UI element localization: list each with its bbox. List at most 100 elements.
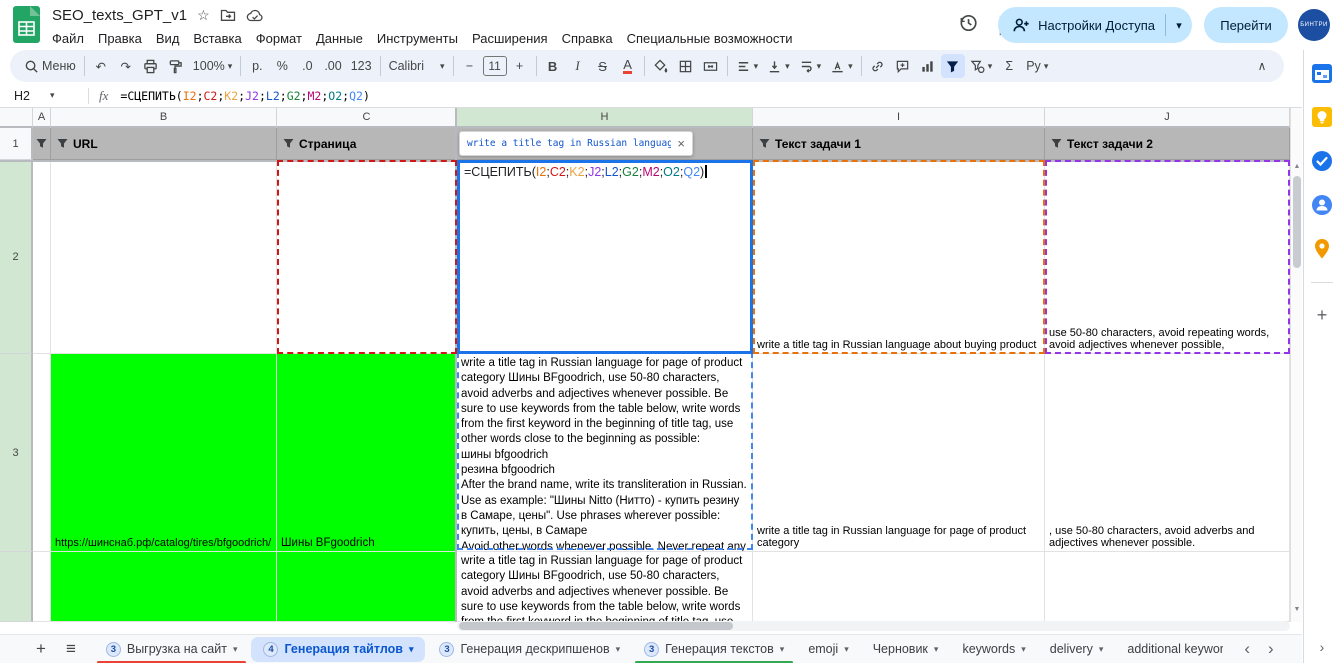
insert-link-button[interactable] — [866, 54, 890, 78]
decrease-decimals-button[interactable]: .0 — [295, 54, 319, 78]
cell-A4[interactable] — [33, 552, 51, 622]
row-header-2[interactable]: 2 — [0, 160, 33, 354]
cell-C4[interactable] — [277, 552, 457, 622]
chevron-down-icon[interactable]: ▾ — [844, 644, 849, 655]
cell-I3[interactable]: write a title tag in Russian language fo… — [753, 354, 1045, 552]
cell-H4[interactable]: write a title tag in Russian language fo… — [457, 552, 753, 622]
menu-view[interactable]: Вид — [149, 29, 187, 48]
cell-I2[interactable]: write a title tag in Russian language ab… — [753, 160, 1045, 354]
horizontal-scrollbar-thumb[interactable] — [459, 622, 733, 630]
percent-format-button[interactable]: % — [270, 54, 294, 78]
cell-J2[interactable]: use 50-80 characters, avoid repeating wo… — [1045, 160, 1290, 354]
cell-J3[interactable]: , use 50-80 characters, avoid adverbs an… — [1045, 354, 1290, 552]
text-color-button[interactable]: A — [616, 54, 640, 78]
column-header-J[interactable]: J — [1045, 108, 1290, 128]
tasks-icon[interactable] — [1311, 150, 1333, 172]
share-button[interactable]: Настройки Доступа ▾ — [998, 7, 1192, 43]
add-sheet-button[interactable]: + — [26, 635, 56, 663]
more-formats-button[interactable]: 123 — [347, 54, 376, 78]
chevron-down-icon[interactable]: ▾ — [1099, 644, 1104, 655]
tabs-scroll-right-button[interactable]: › — [1259, 639, 1283, 659]
cell-A1[interactable] — [33, 128, 51, 160]
vertical-align-button[interactable]: ▾ — [763, 54, 794, 78]
formula-input[interactable]: =СЦЕПИТЬ(I2;C2;K2;J2;L2;G2;M2;O2;Q2) — [120, 89, 369, 103]
increase-decimals-button[interactable]: .00 — [320, 54, 345, 78]
cell-C1[interactable]: Страница — [277, 128, 457, 160]
horizontal-align-button[interactable]: ▾ — [732, 54, 763, 78]
column-header-A[interactable]: A — [33, 108, 51, 128]
tabs-scroll-left-button[interactable]: ‹ — [1235, 639, 1259, 659]
cell-H1-content-chip[interactable]: write a title tag in Russian language ab… — [459, 131, 693, 156]
bold-button[interactable]: B — [541, 54, 565, 78]
star-icon[interactable]: ☆ — [197, 7, 210, 24]
cell-H2-editing[interactable]: =СЦЕПИТЬ(I2;C2;K2;J2;L2;G2;M2;O2;Q2) — [457, 160, 753, 354]
merge-cells-button[interactable] — [699, 54, 723, 78]
functions-button[interactable]: Σ — [997, 54, 1021, 78]
font-select[interactable]: Calibri▾ — [385, 54, 449, 78]
cell-J4[interactable] — [1045, 552, 1290, 622]
sheet-tab-texts[interactable]: 3 Генерация текстов ▾ — [632, 635, 796, 663]
cell-B1[interactable]: URL — [51, 128, 277, 160]
menu-format[interactable]: Формат — [249, 29, 309, 48]
collapse-toolbar-button[interactable]: ∧ — [1250, 54, 1274, 78]
maps-icon[interactable] — [1311, 238, 1333, 260]
grid-corner[interactable] — [0, 108, 33, 128]
decrease-font-size-button[interactable]: − — [458, 54, 482, 78]
column-header-B[interactable]: B — [51, 108, 277, 128]
sheets-logo-icon[interactable] — [13, 6, 40, 48]
paint-format-button[interactable] — [164, 54, 188, 78]
sheet-tab-delivery[interactable]: delivery ▾ — [1038, 635, 1116, 663]
name-box[interactable]: H2 ▾ — [0, 89, 88, 103]
menus-search-button[interactable]: Меню — [20, 54, 80, 78]
row-header-3[interactable]: 3 — [0, 354, 33, 552]
redo-button[interactable]: ↷ — [114, 54, 138, 78]
cell-A3[interactable] — [33, 354, 51, 552]
menu-file[interactable]: Файл — [45, 29, 91, 48]
chevron-down-icon[interactable]: ▾ — [409, 644, 414, 655]
chevron-down-icon[interactable]: ▾ — [934, 644, 939, 655]
cell-B4[interactable] — [51, 552, 277, 622]
chevron-down-icon[interactable]: ▾ — [1021, 644, 1026, 655]
hide-side-panel-icon[interactable]: › — [1320, 639, 1325, 655]
chevron-down-icon[interactable]: ▾ — [616, 644, 621, 655]
undo-button[interactable]: ↶ — [89, 54, 113, 78]
sheet-tab-keywords[interactable]: keywords ▾ — [950, 635, 1037, 663]
share-button-main[interactable]: Настройки Доступа — [998, 7, 1165, 43]
cell-C2[interactable] — [277, 160, 457, 354]
insert-chart-button[interactable] — [916, 54, 940, 78]
account-avatar[interactable]: БИНТРИ — [1298, 9, 1330, 41]
keep-icon[interactable] — [1311, 106, 1333, 128]
sheet-tab-descriptions[interactable]: 3 Генерация дескрипшенов ▾ — [427, 635, 632, 663]
menu-tools[interactable]: Инструменты — [370, 29, 465, 48]
menu-extensions[interactable]: Расширения — [465, 29, 555, 48]
filter-views-button[interactable]: ▾ — [966, 54, 997, 78]
chevron-down-icon[interactable]: ▾ — [233, 644, 238, 655]
insert-comment-button[interactable] — [891, 54, 915, 78]
menu-data[interactable]: Данные — [309, 29, 370, 48]
borders-button[interactable] — [674, 54, 698, 78]
sheet-tab-upload[interactable]: 3 Выгрузка на сайт ▾ — [94, 635, 250, 663]
vertical-scrollbar-thumb[interactable] — [1293, 176, 1301, 268]
vertical-scrollbar[interactable]: ▲ ▼ — [1290, 108, 1302, 622]
text-rotation-button[interactable]: ▾ — [826, 54, 857, 78]
column-header-C[interactable]: C — [277, 108, 457, 128]
sheet-tab-titles[interactable]: 4 Генерация тайтлов ▾ — [251, 637, 425, 662]
go-button[interactable]: Перейти — [1204, 7, 1288, 43]
version-history-button[interactable] — [958, 13, 978, 36]
increase-font-size-button[interactable]: + — [508, 54, 532, 78]
cell-B2[interactable] — [51, 160, 277, 354]
italic-button[interactable]: I — [566, 54, 590, 78]
sheet-tab-draft[interactable]: Черновик ▾ — [861, 635, 951, 663]
cell-I4[interactable] — [753, 552, 1045, 622]
create-filter-button[interactable] — [941, 54, 965, 78]
row-header-4[interactable] — [0, 552, 33, 622]
text-wrap-button[interactable]: ▾ — [795, 54, 826, 78]
share-dropdown-button[interactable]: ▾ — [1166, 19, 1192, 32]
cell-J1[interactable]: Текст задачи 2 — [1045, 128, 1290, 160]
contacts-icon[interactable] — [1311, 194, 1333, 216]
print-button[interactable] — [139, 54, 163, 78]
cell-A2[interactable] — [33, 160, 51, 354]
chevron-down-icon[interactable]: ▾ — [780, 644, 785, 655]
menu-edit[interactable]: Правка — [91, 29, 149, 48]
cell-I1[interactable]: Текст задачи 1 — [753, 128, 1045, 160]
